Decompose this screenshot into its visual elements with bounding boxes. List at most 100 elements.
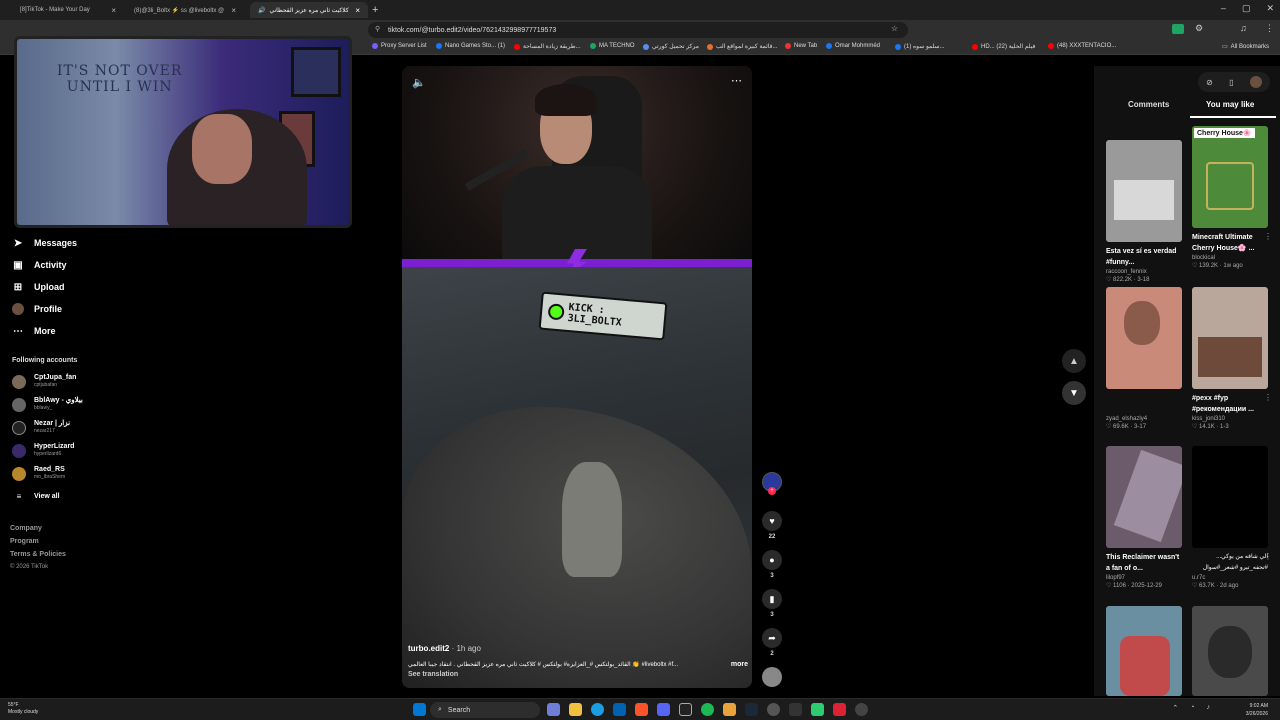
music-icon[interactable]: ♫ <box>1240 23 1247 33</box>
list-icon: ≡ <box>16 492 22 501</box>
like-button[interactable]: ♥ 22 <box>762 511 782 540</box>
caption-more-button[interactable]: more <box>731 661 748 668</box>
footer-program[interactable]: Program <box>10 538 39 545</box>
site-info-icon[interactable]: ⚲ <box>375 25 380 33</box>
bookmark-star-icon[interactable]: ☆ <box>891 24 898 33</box>
see-translation-link[interactable]: See translation <box>408 671 748 678</box>
following-account[interactable]: CptJupa_fan cptjubafan <box>12 374 76 389</box>
video-author[interactable]: turbo.edit2 · 1h ago <box>408 644 748 653</box>
weather-widget[interactable]: 55°F Mostly cloudy <box>8 702 38 716</box>
following-account[interactable]: BblAwy - بيلاوي bblawy_ <box>12 397 83 412</box>
steam-icon[interactable] <box>745 703 758 716</box>
save-button[interactable]: ▮ 3 <box>762 589 782 618</box>
bookmark-item[interactable]: HD... فيلم الحلية (22) <box>972 43 1035 50</box>
previous-video-button[interactable]: ▲ <box>1062 349 1086 373</box>
bookmark-item[interactable]: طريقة زيادة المساحة... <box>514 43 581 50</box>
nav-profile[interactable]: Profile <box>12 303 62 315</box>
nav-activity[interactable]: ▣ Activity <box>12 259 66 271</box>
discord-icon[interactable] <box>657 703 670 716</box>
suggested-video-card[interactable]: This Reclaimer wasn't a fan of o... lilo… <box>1106 446 1182 589</box>
media-player-icon[interactable] <box>855 703 868 716</box>
chevron-up-icon[interactable]: ⌃ <box>1172 704 1178 712</box>
kick-tag: KICK : 3LI_BOLTX <box>538 291 668 341</box>
card-more-icon[interactable]: ⋮ <box>1264 393 1272 402</box>
bookmark-item[interactable]: Omar Mohmméd <box>826 43 880 49</box>
more-options-icon[interactable]: ⋯ <box>731 74 742 87</box>
phone-icon[interactable]: ▯ <box>1229 78 1233 87</box>
close-tab-icon[interactable]: × <box>231 6 236 15</box>
new-tab-button[interactable]: + <box>372 4 378 16</box>
app-icon[interactable] <box>833 703 846 716</box>
windows-start-icon[interactable] <box>413 703 426 716</box>
close-tab-icon[interactable]: × <box>355 6 360 15</box>
browser-tab-1[interactable]: [8]TikTok - Make Your Day × <box>12 2 124 18</box>
thumbnail-detail <box>1198 337 1262 377</box>
extensions-icon[interactable]: ⚙ <box>1195 23 1203 34</box>
suggested-video-card[interactable]: الي شافه من يوكي... #تحفه_تيرو #شعر_#سوا… <box>1192 446 1272 589</box>
app-icon[interactable] <box>789 703 802 716</box>
bookmark-item[interactable]: Proxy Server List <box>372 43 427 49</box>
volume-icon[interactable]: 🔈 <box>412 76 426 89</box>
suggested-video-card[interactable]: #pexx #fyp #рекомендации ... kiss_joni31… <box>1192 287 1272 430</box>
close-window-button[interactable]: ✕ <box>1266 3 1274 14</box>
follow-plus-icon[interactable]: + <box>768 487 776 495</box>
share-button[interactable]: ➦ 2 <box>762 628 782 657</box>
footer-company[interactable]: Company <box>10 525 42 532</box>
bookmark-item[interactable]: قائمة كبيرة لمواقع الب... <box>707 43 778 50</box>
compass-icon[interactable]: ⊘ <box>1206 78 1213 87</box>
address-bar[interactable]: ⚲ tiktok.com/@turbo.edit2/video/76214329… <box>368 22 908 38</box>
comment-button[interactable]: ● 3 <box>762 550 782 579</box>
footer-terms[interactable]: Terms & Policies <box>10 551 66 558</box>
app-icon[interactable] <box>679 703 692 716</box>
taskbar-search[interactable]: ⌕ Search <box>430 702 540 718</box>
browser-tab-2[interactable]: (8)@3li_Boltx ⚡ ss @liveboltx @ × <box>126 2 244 18</box>
bookmark-item[interactable]: مركز تحميل كورتي <box>643 43 699 50</box>
tab-comments[interactable]: Comments <box>1128 100 1169 109</box>
next-video-button[interactable]: ▼ <box>1062 381 1086 405</box>
following-account[interactable]: Raed_RS mo_lbraShem <box>12 466 65 481</box>
following-account[interactable]: HyperLizard hyperlizard6 <box>12 443 74 458</box>
card-more-icon[interactable]: ⋮ <box>1264 232 1272 241</box>
avatar[interactable] <box>1249 76 1262 88</box>
suggested-video-card[interactable]: zyad_elshazly4 ♡ 69.6K · 3-17 <box>1106 287 1182 430</box>
volume-icon[interactable]: ♪ <box>1207 704 1211 712</box>
view-all-link[interactable]: ≡ View all <box>12 492 60 501</box>
all-bookmarks[interactable]: ▭ All Bookmarks <box>1222 43 1269 51</box>
copilot-icon[interactable] <box>547 703 560 716</box>
card-more-icon[interactable]: ⋮ <box>1264 552 1272 561</box>
suggested-video-card[interactable]: Esta vez sí es verdad #funny... raccoon_… <box>1106 140 1182 283</box>
app-icon[interactable] <box>811 703 824 716</box>
nav-upload[interactable]: ⊞ Upload <box>12 281 65 293</box>
extension-icon[interactable] <box>1172 24 1184 34</box>
brave-icon[interactable] <box>635 703 648 716</box>
tab-you-may-like[interactable]: You may like <box>1206 100 1254 109</box>
suggested-video-card[interactable] <box>1192 606 1268 696</box>
system-clock[interactable]: 9:02 AM 3/26/2026 <box>1246 702 1268 718</box>
network-icon[interactable]: ◔ <box>1190 704 1194 712</box>
spotify-icon[interactable] <box>701 703 714 716</box>
bookmark-item[interactable]: (1) سلمو سوه... <box>895 43 945 50</box>
bookmark-item[interactable]: MA TECHNO <box>590 43 635 49</box>
file-explorer-icon[interactable] <box>569 703 582 716</box>
maximize-button[interactable]: ▢ <box>1242 3 1251 14</box>
minimize-button[interactable]: – <box>1221 3 1226 14</box>
edge-icon[interactable] <box>591 703 604 716</box>
store-icon[interactable] <box>613 703 626 716</box>
bookmark-item[interactable]: (48) XXXTENTACIO... <box>1048 43 1116 49</box>
bookmark-icon <box>643 43 649 50</box>
browser-tab-3[interactable]: 🔊 كلاكيت ثاني مره عزيز القحطاني × <box>250 2 368 18</box>
nav-more[interactable]: ⋯ More <box>12 325 56 337</box>
settings-icon[interactable] <box>767 703 780 716</box>
menu-icon[interactable]: ⋮ <box>1265 23 1274 34</box>
video-player[interactable]: KICK : 3LI_BOLTX 🔈 ⋯ turbo.edit2 · 1h ag… <box>402 66 752 688</box>
app-icon[interactable] <box>723 703 736 716</box>
bookmark-item[interactable]: New Tab <box>785 43 817 49</box>
creator-avatar[interactable]: + <box>762 472 782 495</box>
suggested-video-card[interactable]: Cherry House🌸 Minecraft Ultimate Cherry … <box>1192 126 1272 269</box>
nav-messages[interactable]: ➤ Messages <box>12 237 77 249</box>
music-disc[interactable] <box>762 667 782 687</box>
close-tab-icon[interactable]: × <box>111 6 116 15</box>
bookmark-item[interactable]: Nano Games Sto... (1) <box>436 43 505 49</box>
suggested-video-card[interactable] <box>1106 606 1182 696</box>
following-account[interactable]: Nezar | نزار nezar217 <box>12 420 70 435</box>
